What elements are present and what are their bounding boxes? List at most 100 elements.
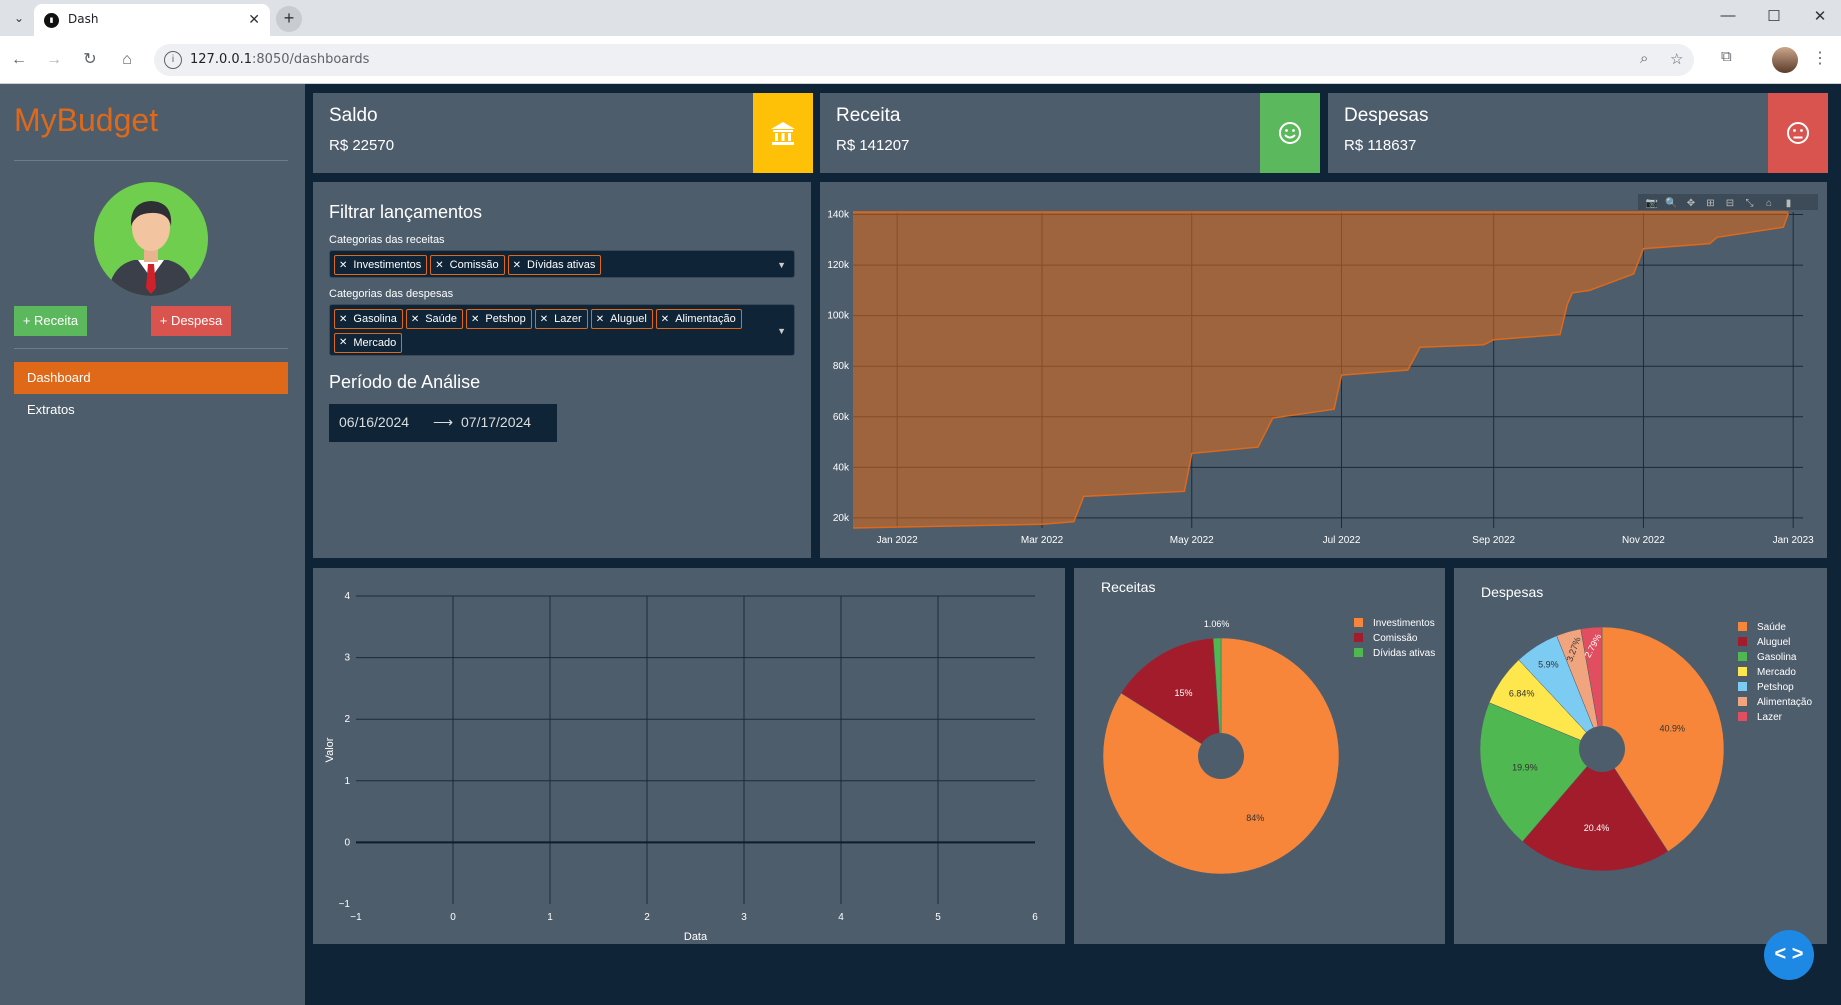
frown-icon bbox=[1768, 93, 1828, 173]
reload-icon[interactable]: ↻ bbox=[79, 49, 101, 71]
site-info-icon[interactable]: i bbox=[164, 51, 182, 69]
remove-chip-icon[interactable]: ✕ bbox=[596, 314, 604, 325]
x-tick-label: Sep 2022 bbox=[1472, 535, 1515, 546]
nav-extratos[interactable]: Extratos bbox=[14, 394, 288, 426]
y-tick-label: 1 bbox=[344, 776, 350, 787]
add-receita-button[interactable]: + Receita bbox=[14, 306, 87, 336]
legend-label: Petshop bbox=[1757, 682, 1794, 693]
chip[interactable]: ✕ Comissão bbox=[430, 255, 505, 275]
kpi-despesas-title: Despesas bbox=[1344, 105, 1429, 126]
pie-title: Despesas bbox=[1481, 584, 1543, 600]
new-tab-icon[interactable]: + bbox=[276, 6, 302, 32]
despesas-pie-chart: Despesas40.9%20.4%19.9%6.84%5.9%3.27% 2.7… bbox=[1479, 584, 1812, 872]
y-tick-label: 4 bbox=[344, 591, 350, 602]
legend-swatch bbox=[1354, 618, 1363, 627]
dropdown-caret-icon[interactable]: ▼ bbox=[777, 260, 786, 270]
chip[interactable]: ✕ Mercado bbox=[334, 332, 403, 353]
despesas-multiselect[interactable]: ✕ Gasolina ✕ Saúde ✕ Petshop ✕ Lazer ✕ Alugue… bbox=[329, 304, 795, 356]
y-tick-label: 60k bbox=[833, 412, 850, 423]
filter-title: Filtrar lançamentos bbox=[329, 202, 483, 222]
tab-title: Dash bbox=[68, 12, 99, 26]
url-host: 127.0.0.1 bbox=[190, 52, 253, 67]
legend-swatch bbox=[1738, 667, 1747, 676]
y-tick-label: 140k bbox=[827, 210, 850, 221]
legend-swatch bbox=[1738, 697, 1747, 706]
modebar-icon: ▮ bbox=[1786, 198, 1792, 209]
extensions-icon[interactable]: ⧉ bbox=[1721, 48, 1732, 65]
chip[interactable]: ✕ Investimentos bbox=[334, 255, 428, 275]
maximize-icon[interactable]: ☐ bbox=[1759, 7, 1789, 25]
modebar-icon: ⊞ bbox=[1706, 198, 1714, 209]
legend-label: Alimentação bbox=[1757, 697, 1812, 708]
date-start[interactable]: 06/16/2024 bbox=[339, 414, 409, 430]
remove-chip-icon[interactable]: ✕ bbox=[471, 314, 479, 325]
profile-avatar[interactable] bbox=[1772, 47, 1798, 73]
modebar-icon: ✥ bbox=[1687, 198, 1695, 209]
tab-search-icon[interactable]: ⌄ bbox=[10, 9, 28, 27]
x-tick-label: −1 bbox=[350, 912, 362, 923]
chip[interactable]: ✕ Aluguel bbox=[590, 309, 653, 329]
date-range-picker[interactable]: 06/16/2024 ⟶ 07/17/2024 bbox=[329, 404, 557, 442]
dropdown-caret-icon[interactable]: ▼ bbox=[777, 326, 786, 336]
chip[interactable]: ✕ Gasolina bbox=[334, 309, 403, 329]
remove-chip-icon[interactable]: ✕ bbox=[435, 260, 443, 271]
remove-chip-icon[interactable]: ✕ bbox=[339, 314, 347, 325]
nav-dashboard[interactable]: Dashboard bbox=[14, 362, 288, 394]
add-despesa-button[interactable]: + Despesa bbox=[151, 306, 231, 336]
despesas-pie-card: Despesas 40.9% 20.4% 19.9% 6.84% 5.9% 3.27% 2.7… bbox=[1454, 568, 1827, 944]
x-tick-label: May 2022 bbox=[1170, 535, 1214, 546]
legend-swatch bbox=[1354, 648, 1363, 657]
date-arrow-icon: ⟶ bbox=[433, 414, 454, 430]
kpi-receita-title: Receita bbox=[836, 105, 901, 126]
receitas-multiselect[interactable]: ✕ Investimentos ✕ Comissão ✕ Dívidas ativas… bbox=[329, 250, 795, 278]
y-tick-label: 100k bbox=[827, 311, 850, 322]
legend-label: Aluguel bbox=[1757, 637, 1790, 648]
chip[interactable]: ✕ Petshop bbox=[466, 309, 532, 329]
kpi-receita-value: R$ 141207 bbox=[836, 137, 910, 154]
legend-swatch bbox=[1738, 622, 1747, 631]
kpi-receita-card: Receita R$ 141207 bbox=[820, 93, 1320, 173]
chip[interactable]: ✕ Alimentação bbox=[655, 309, 742, 329]
forward-icon[interactable]: → bbox=[43, 49, 65, 71]
pie-title: Receitas bbox=[1101, 579, 1155, 595]
date-end[interactable]: 07/17/2024 bbox=[461, 414, 531, 430]
menu-kebab-icon[interactable]: ⋮ bbox=[1812, 48, 1828, 68]
zoom-icon[interactable]: ⌕ bbox=[1640, 50, 1648, 67]
legend-label: Mercado bbox=[1757, 667, 1796, 678]
x-tick-label: Jul 2022 bbox=[1323, 535, 1361, 546]
valor-chart-card: −1 0 1 2 3 4 5 6 −1 0 1 2 3 4 Data Valor bbox=[313, 568, 1065, 944]
browser-tab[interactable]: ▮ Dash ✕ bbox=[34, 4, 270, 36]
back-icon[interactable]: ← bbox=[8, 49, 30, 71]
kpi-saldo-title: Saldo bbox=[329, 105, 378, 126]
remove-chip-icon[interactable]: ✕ bbox=[540, 314, 548, 325]
legend-swatch bbox=[1354, 633, 1363, 642]
x-tick-label: Nov 2022 bbox=[1622, 535, 1665, 546]
remove-chip-icon[interactable]: ✕ bbox=[661, 314, 669, 325]
chip[interactable]: ✕ Lazer bbox=[534, 309, 588, 329]
avatar bbox=[94, 182, 208, 296]
y-tick-label: 120k bbox=[827, 260, 850, 271]
remove-chip-icon[interactable]: ✕ bbox=[339, 260, 347, 271]
businessman-icon bbox=[108, 201, 194, 296]
tab-close-icon[interactable]: ✕ bbox=[248, 11, 260, 28]
code-toggle-button[interactable]: < > bbox=[1764, 930, 1814, 980]
pie-data-label: 84% bbox=[1246, 813, 1264, 823]
pie-data-label: 6.84% bbox=[1509, 689, 1535, 699]
bookmark-star-icon[interactable]: ☆ bbox=[1670, 50, 1683, 68]
remove-chip-icon[interactable]: ✕ bbox=[513, 260, 521, 271]
close-window-icon[interactable]: ✕ bbox=[1805, 7, 1835, 25]
minimize-icon[interactable]: — bbox=[1713, 7, 1743, 24]
chip[interactable]: ✕ Saúde bbox=[405, 309, 464, 329]
legend-swatch bbox=[1738, 682, 1747, 691]
pie-data-label: 5.9% bbox=[1538, 660, 1559, 670]
remove-chip-icon[interactable]: ✕ bbox=[411, 314, 419, 325]
url-field[interactable]: i 127.0.0.1:8050/dashboards ⌕ ☆ bbox=[154, 44, 1694, 76]
dash-favicon-icon: ▮ bbox=[44, 13, 59, 28]
modebar-icon: ⌂ bbox=[1766, 198, 1772, 209]
remove-chip-icon[interactable]: ✕ bbox=[339, 337, 347, 348]
legend-swatch bbox=[1738, 712, 1747, 721]
kpi-despesas-card: Despesas R$ 118637 bbox=[1328, 93, 1828, 173]
home-icon[interactable]: ⌂ bbox=[116, 49, 138, 71]
browser-tabbar: ⌄ ▮ Dash ✕ + — ☐ ✕ bbox=[0, 0, 1841, 36]
chip[interactable]: ✕ Dívidas ativas bbox=[507, 255, 602, 275]
